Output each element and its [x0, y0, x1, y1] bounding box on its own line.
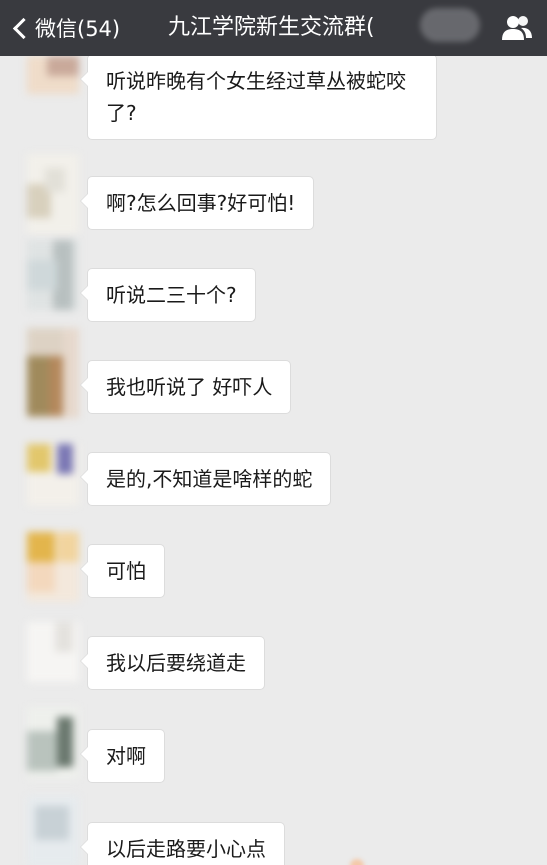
message-bubble[interactable]: 以后走路要小心点 — [80, 822, 285, 865]
chat-area[interactable]: 听说昨晚有个女生经过草丛被蛇咬了? 啊?怎么回事?好可怕! 听说二三十个? 我也… — [0, 56, 547, 865]
avatar[interactable] — [27, 444, 79, 506]
message-bubble[interactable]: 是的,不知道是啥样的蛇 — [79, 452, 332, 506]
people-icon[interactable] — [501, 13, 533, 43]
message-bubble[interactable]: 我以后要绕道走 — [80, 636, 265, 690]
avatar[interactable] — [27, 56, 79, 94]
avatar[interactable] — [27, 707, 79, 779]
message-bubble[interactable]: 我也听说了 好吓人 — [79, 360, 292, 414]
avatar[interactable] — [27, 796, 79, 865]
message-bubble[interactable]: 可怕 — [80, 544, 165, 598]
navigation-bar: 微信(54) 九江学院新生交流群( — [0, 0, 547, 56]
avatar[interactable] — [27, 622, 79, 682]
chevron-left-icon — [12, 17, 35, 39]
message-bubble[interactable]: 啊?怎么回事?好可怕! — [79, 176, 315, 230]
avatar[interactable] — [27, 532, 79, 602]
avatar[interactable] — [27, 240, 79, 310]
message-bubble[interactable]: 听说昨晚有个女生经过草丛被蛇咬了? — [80, 56, 437, 140]
avatar[interactable] — [27, 328, 79, 418]
title-redaction — [420, 8, 480, 42]
message-bubble[interactable]: 听说二三十个? — [80, 268, 256, 322]
back-button[interactable]: 微信(54) — [8, 0, 120, 56]
partial-avatar — [350, 859, 364, 865]
message-bubble[interactable]: 对啊 — [80, 729, 165, 783]
back-label: 微信(54) — [35, 17, 121, 41]
avatar[interactable] — [27, 154, 79, 234]
